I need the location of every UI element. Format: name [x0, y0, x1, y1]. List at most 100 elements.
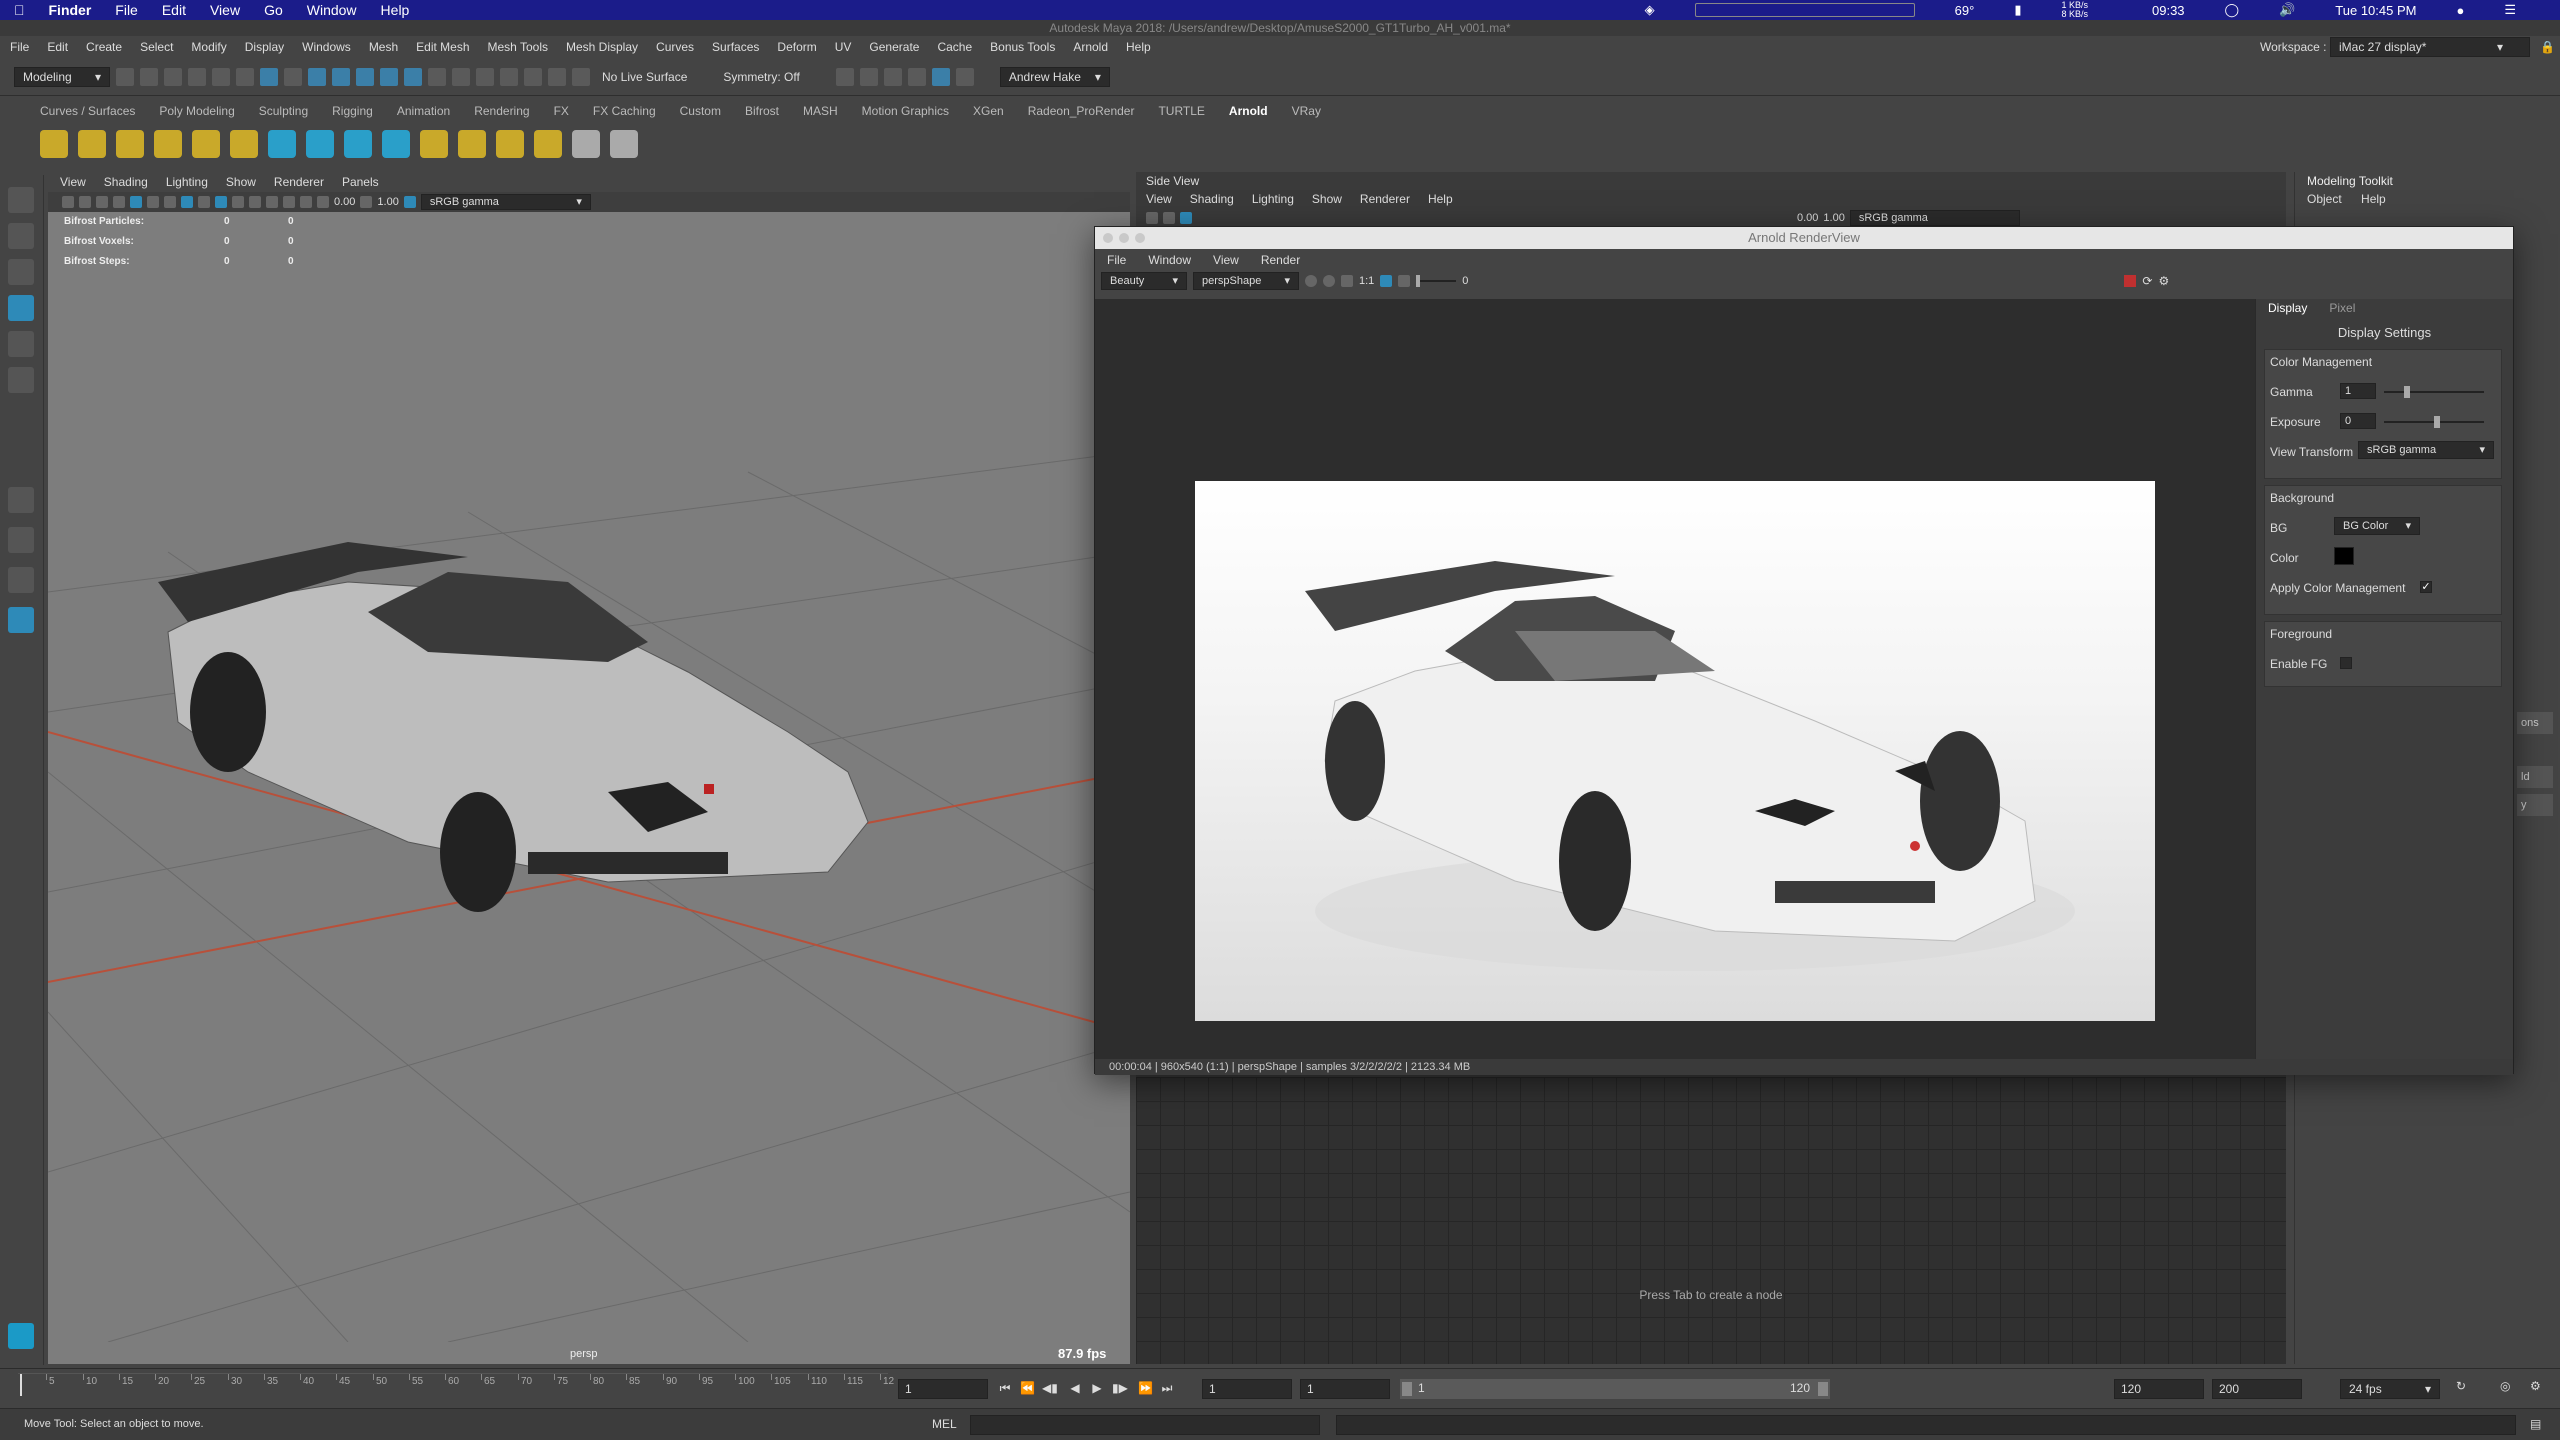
cube-icon[interactable]	[382, 130, 410, 158]
film-gate-icon[interactable]	[147, 196, 159, 208]
select-object-icon[interactable]	[260, 67, 278, 86]
select-deformations-icon[interactable]	[404, 67, 422, 86]
single-view-icon[interactable]	[8, 487, 34, 513]
snap-surface-icon[interactable]	[548, 67, 566, 86]
alpha-channel-icon[interactable]	[1323, 275, 1335, 287]
resolution-gate-icon[interactable]	[164, 196, 176, 208]
fit-view-icon[interactable]	[1380, 275, 1393, 287]
exposure-slider[interactable]	[2384, 416, 2484, 428]
enable-fg-checkbox[interactable]	[2340, 657, 2352, 669]
auto-key-icon[interactable]: ◎	[2500, 1379, 2510, 1393]
live-surface[interactable]: No Live Surface	[602, 70, 687, 84]
side-menu-renderer[interactable]: Renderer	[1360, 192, 1410, 206]
standin-icon[interactable]	[268, 130, 296, 158]
arnold-renderview-titlebar[interactable]: Arnold RenderView	[1095, 227, 2513, 249]
gamma-field[interactable]: 1	[2340, 383, 2376, 399]
persp-menu-show[interactable]: Show	[226, 175, 256, 189]
mac-menu-go[interactable]: Go	[264, 2, 283, 18]
menu-deform[interactable]: Deform	[777, 40, 816, 54]
shelf-tab[interactable]: Poly Modeling	[159, 104, 234, 122]
shelf-tab[interactable]: FX	[554, 104, 569, 122]
snap-view-icon[interactable]	[524, 67, 542, 86]
two-view-icon[interactable]	[8, 567, 34, 593]
shelf-tab[interactable]: Motion Graphics	[862, 104, 949, 122]
open-scene-icon[interactable]	[140, 67, 158, 86]
pixel-ratio[interactable]: 1:1	[1359, 275, 1374, 287]
menu-generate[interactable]: Generate	[869, 40, 919, 54]
shelf-tab[interactable]: Rendering	[474, 104, 529, 122]
new-scene-icon[interactable]	[116, 67, 134, 86]
side-menu-shading[interactable]: Shading	[1190, 192, 1234, 206]
bookmark-icon[interactable]	[96, 196, 108, 208]
aov-dropdown[interactable]: Beauty ▾	[1101, 272, 1187, 290]
shelf-tab[interactable]: TURTLE	[1158, 104, 1204, 122]
gamma-value[interactable]: 1.00	[377, 196, 398, 208]
arv-menu-window[interactable]: Window	[1148, 253, 1191, 267]
slider-knob[interactable]	[2434, 416, 2440, 428]
start-frame-field[interactable]: 1	[1202, 1379, 1292, 1399]
wifi-icon[interactable]: ◯	[2225, 2, 2240, 18]
shadows-icon[interactable]	[249, 196, 261, 208]
mac-menu-window[interactable]: Window	[307, 2, 357, 18]
time-slider[interactable]: 5 10 15 20 25 30 35 40 45 50 55 60 65 70 75 80 85 90 95 100…	[0, 1368, 2560, 1408]
exposure-value[interactable]: 0	[1462, 275, 1468, 287]
playback-icon[interactable]	[610, 130, 638, 158]
shelf-tab[interactable]: Animation	[397, 104, 450, 122]
anim-end-field[interactable]: 200	[2212, 1379, 2302, 1399]
curve-collector-icon[interactable]	[344, 130, 372, 158]
arv-menu-view[interactable]: View	[1213, 253, 1239, 267]
save-scene-icon[interactable]	[164, 67, 182, 86]
menu-bonus-tools[interactable]: Bonus Tools	[990, 40, 1055, 54]
snap-curve-icon[interactable]	[476, 67, 494, 86]
flush-texture-icon[interactable]	[420, 130, 448, 158]
rgb-channel-icon[interactable]	[1305, 275, 1317, 287]
close-window-icon[interactable]	[1103, 233, 1113, 243]
tab-pixel[interactable]: Pixel	[2329, 301, 2355, 315]
play-forward-icon[interactable]: ▶	[1090, 1381, 1104, 1395]
select-component-icon[interactable]	[284, 67, 302, 86]
perspective-viewport[interactable]: View Shading Lighting Show Renderer Pane…	[48, 172, 1130, 1364]
image-plane-icon[interactable]	[113, 196, 125, 208]
exposure-icon[interactable]	[1398, 275, 1411, 287]
play-backward-icon[interactable]: ◀	[1068, 1381, 1082, 1395]
select-curves-icon[interactable]	[356, 67, 374, 86]
menu-mesh-display[interactable]: Mesh Display	[566, 40, 638, 54]
menu-mesh[interactable]: Mesh	[369, 40, 398, 54]
menu-cache[interactable]: Cache	[937, 40, 972, 54]
lasso-tool-icon[interactable]	[8, 223, 34, 249]
side-exposure-value[interactable]: 0.00	[1797, 212, 1818, 224]
menu-display[interactable]: Display	[245, 40, 284, 54]
side-menu-lighting[interactable]: Lighting	[1252, 192, 1294, 206]
rendered-image[interactable]	[1195, 481, 2155, 1021]
step-forward-frame-icon[interactable]: ▮▶	[1112, 1381, 1128, 1395]
flush-background-icon[interactable]	[458, 130, 486, 158]
menu-file[interactable]: File	[10, 40, 29, 54]
textured-icon[interactable]	[1180, 212, 1192, 224]
step-back-key-icon[interactable]: ⏪	[1020, 1381, 1035, 1395]
command-line-input[interactable]	[970, 1415, 1320, 1435]
side-gamma-value[interactable]: 1.00	[1823, 212, 1844, 224]
side-menu-help[interactable]: Help	[1428, 192, 1453, 206]
render-current-icon[interactable]	[835, 67, 854, 86]
toolkit-apply-button[interactable]: y	[2517, 794, 2553, 816]
shelf-tab[interactable]: VRay	[1292, 104, 1321, 122]
smooth-shade-icon[interactable]	[198, 196, 210, 208]
range-slider[interactable]: 1 120	[1400, 1379, 1830, 1399]
mac-menu-view[interactable]: View	[210, 2, 240, 18]
end-frame-field[interactable]: 120	[2114, 1379, 2204, 1399]
color-management-icon[interactable]	[403, 196, 416, 208]
settings-gear-icon[interactable]: ⚙	[2158, 274, 2169, 288]
render-view-icon[interactable]	[572, 130, 600, 158]
shelf-tab-arnold[interactable]: Arnold	[1229, 104, 1268, 122]
colorspace-dropdown[interactable]: sRGB gamma ▾	[420, 194, 591, 210]
menu-help[interactable]: Help	[1126, 40, 1151, 54]
exposure-slider[interactable]	[1416, 275, 1457, 287]
persp-menu-lighting[interactable]: Lighting	[166, 175, 208, 189]
toolkit-menu-help[interactable]: Help	[2361, 192, 2386, 206]
ao-icon[interactable]	[266, 196, 278, 208]
battery-icon[interactable]: ▮	[2014, 2, 2021, 18]
volume-icon[interactable]: 🔊	[2279, 2, 2295, 18]
slider-knob[interactable]	[2404, 386, 2410, 398]
mel-label[interactable]: MEL	[932, 1417, 957, 1431]
view-transform-dropdown[interactable]: sRGB gamma ▾	[2358, 441, 2494, 459]
